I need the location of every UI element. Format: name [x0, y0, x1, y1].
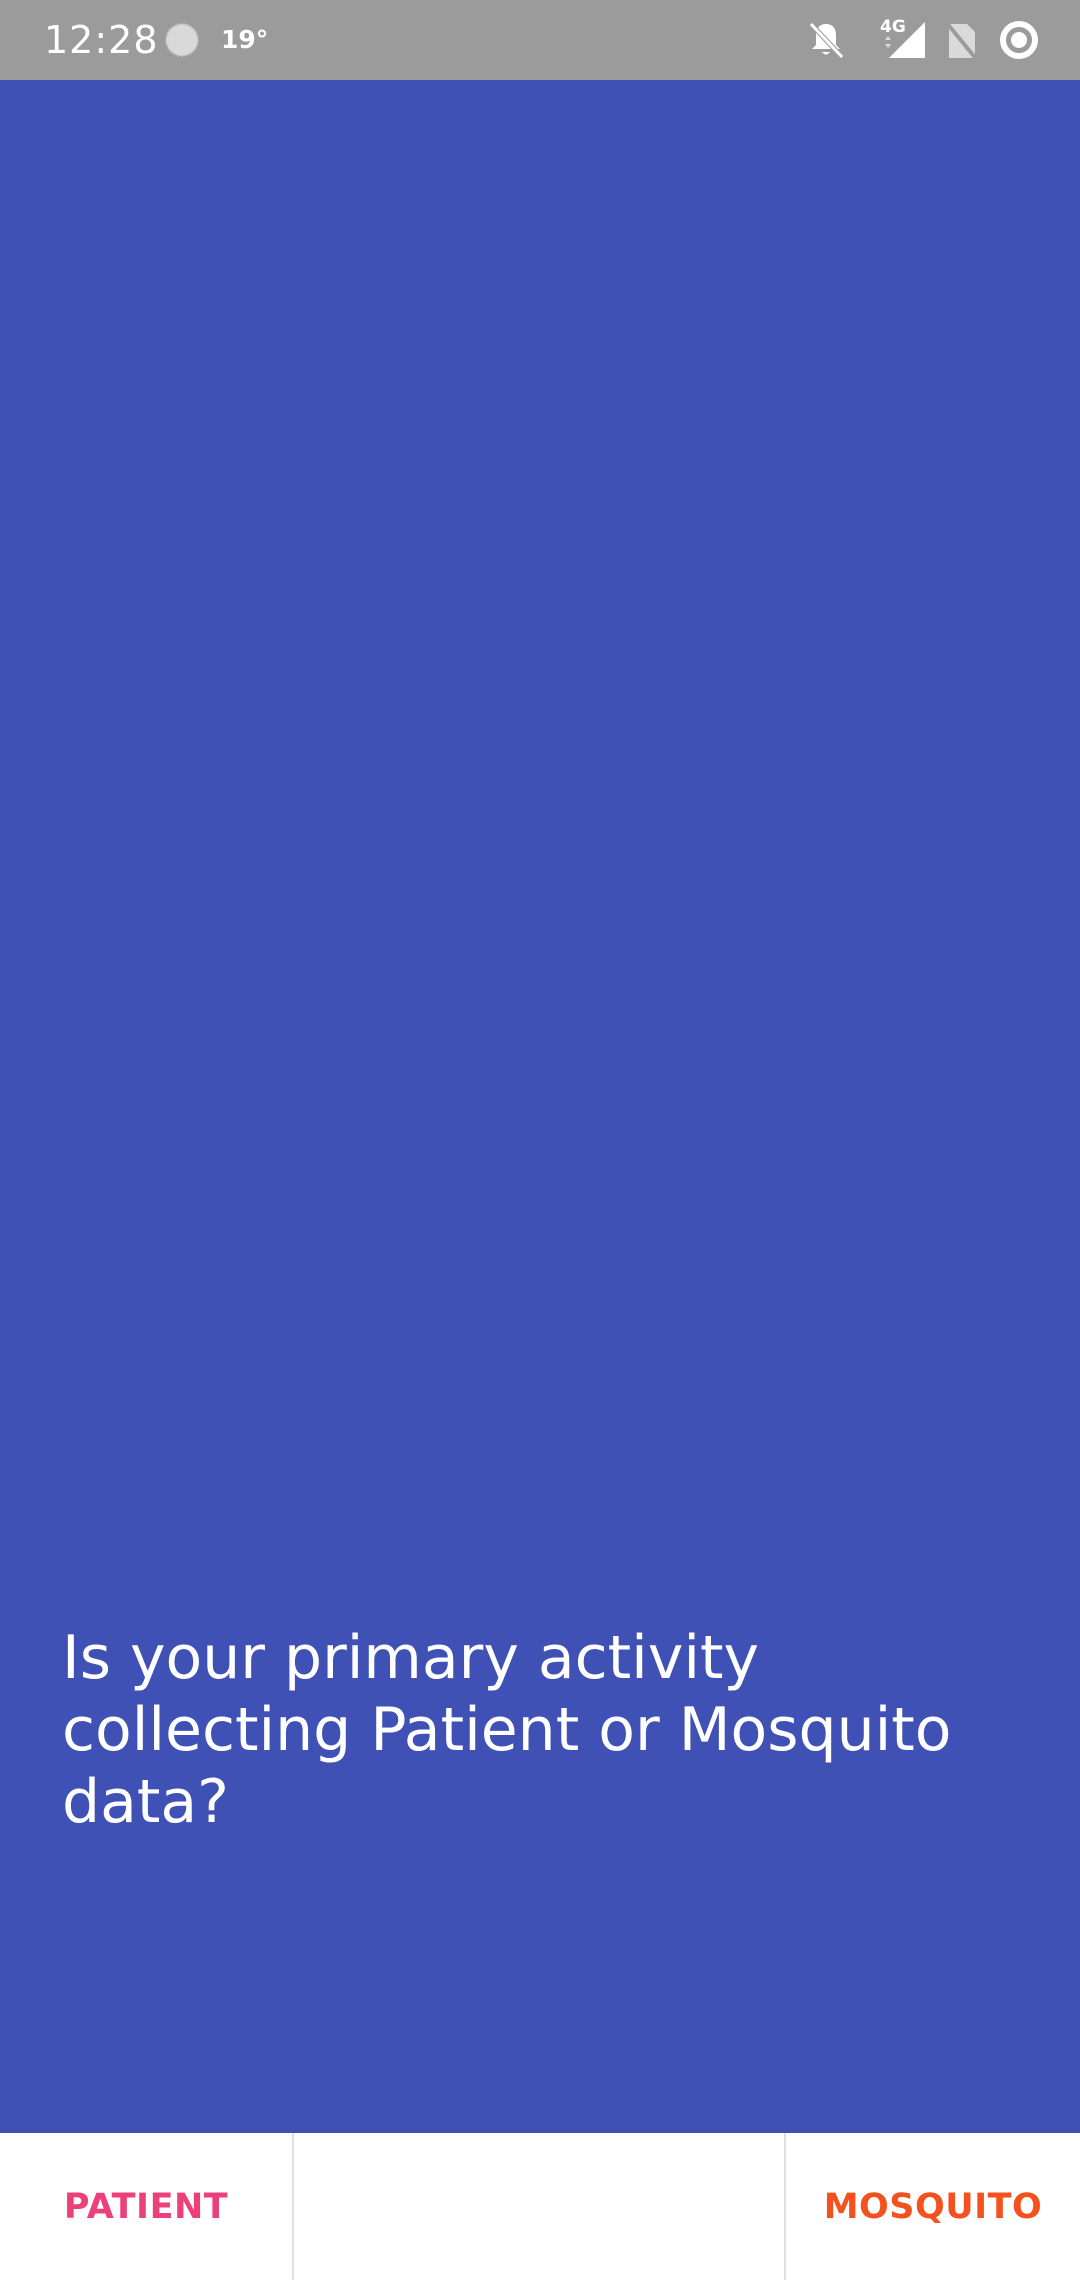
- mute-notifications-icon: [809, 22, 844, 59]
- ring-status-icon: [1000, 21, 1038, 59]
- weather-icon: [165, 23, 199, 57]
- mosquito-button[interactable]: MOSQUITO: [784, 2133, 1080, 2280]
- onboarding-question: Is your primary activity collecting Pati…: [62, 1623, 952, 1837]
- bottom-action-bar: PATIENT MOSQUITO: [0, 2133, 1080, 2280]
- status-temperature: 19°: [221, 25, 269, 54]
- status-bar: 12:28 19° 4G: [0, 0, 1080, 80]
- onboarding-screen: 12:28 19° 4G Is your primary activity co…: [0, 0, 1080, 2280]
- patient-button[interactable]: PATIENT: [0, 2133, 294, 2280]
- status-time: 12:28: [44, 18, 159, 62]
- no-sim-icon: [944, 20, 979, 62]
- cellular-signal-icon: [885, 22, 925, 58]
